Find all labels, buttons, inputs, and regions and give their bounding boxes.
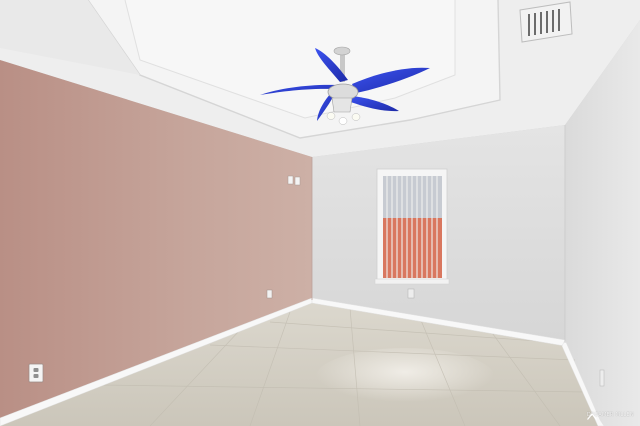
wall-outlet-middle [266, 289, 273, 299]
fan-canopy [333, 46, 351, 56]
fan-motor-housing [327, 83, 359, 101]
empty-room-photo: DREAMER MLLEN [0, 0, 640, 426]
wall-outlet-back [407, 288, 415, 299]
window [374, 168, 450, 285]
wall-outlet-left [28, 363, 44, 383]
room-illustration [0, 0, 640, 426]
watermark: DREAMER MLLEN [586, 413, 634, 420]
floor-light-reflection [315, 348, 495, 408]
window-sill [374, 278, 450, 285]
house-roof-icon [586, 413, 597, 420]
wall-outlet-right [599, 369, 605, 387]
